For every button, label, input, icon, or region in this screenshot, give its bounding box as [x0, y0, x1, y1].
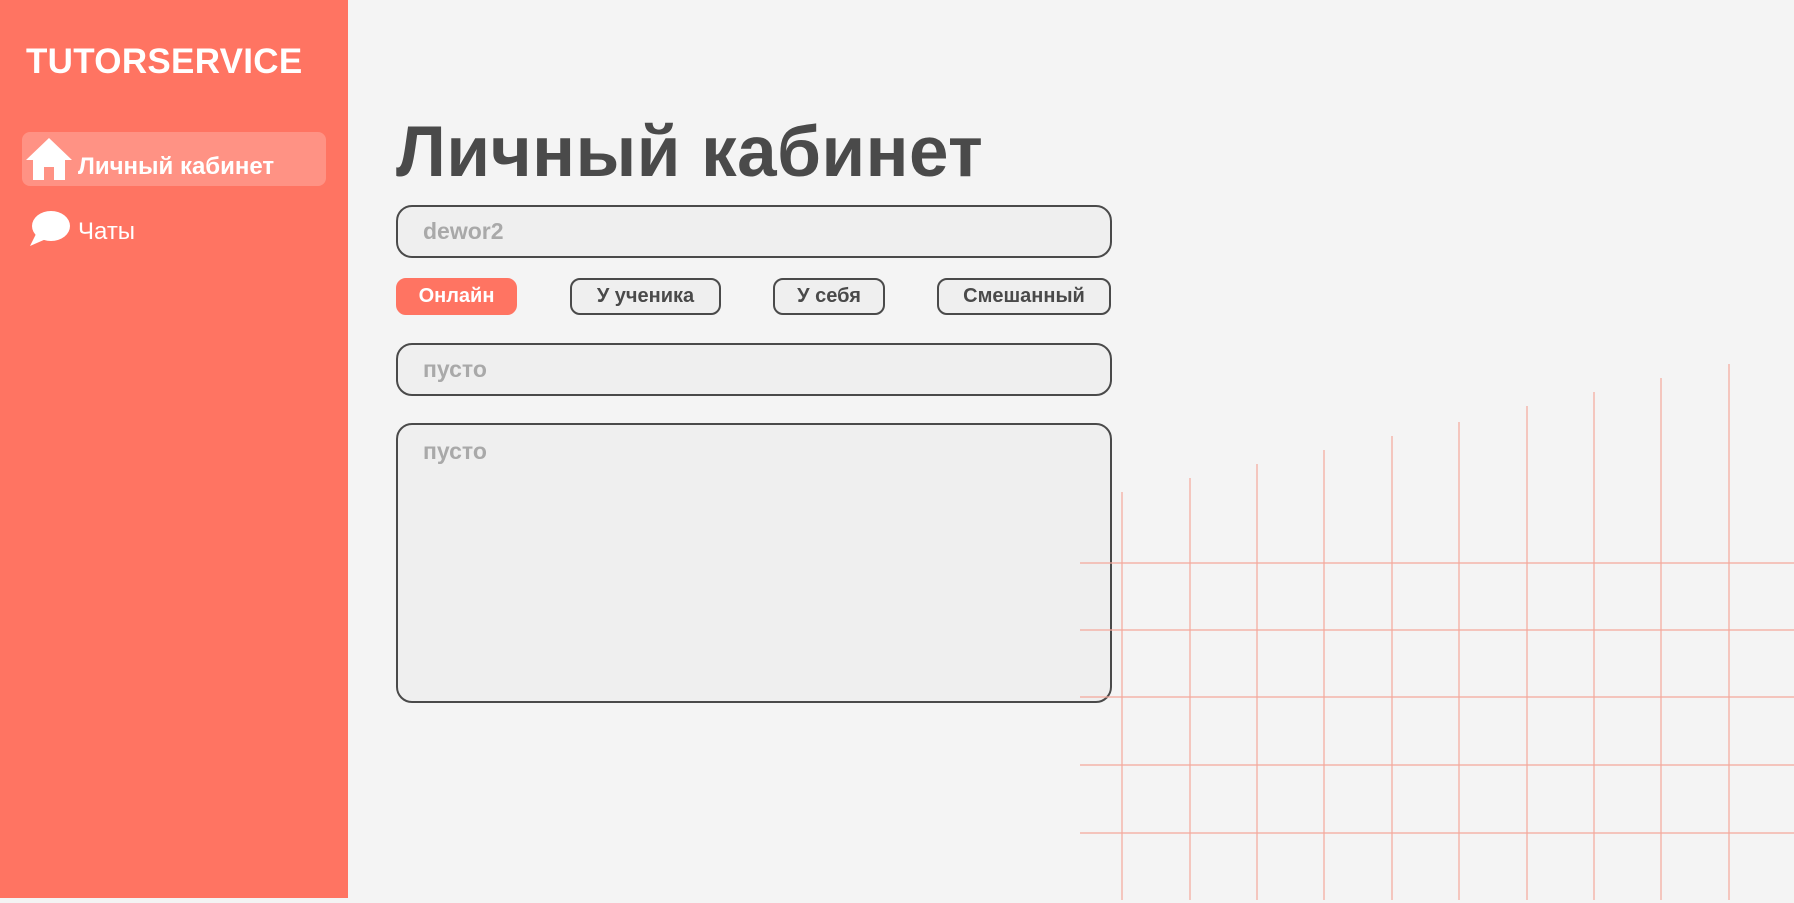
sidebar-item-label: Личный кабинет [78, 153, 275, 180]
home-icon [24, 136, 74, 182]
sidebar-item-label: Чаты [78, 218, 136, 245]
about-textarea[interactable] [396, 423, 1112, 703]
username-field[interactable] [396, 205, 1112, 258]
format-online-button[interactable]: Онлайн [396, 278, 517, 315]
app-window: TUTORSERVICE Личный кабинет Чаты Личный … [0, 0, 1794, 903]
sidebar-item-profile[interactable]: Личный кабинет [22, 132, 326, 186]
decorative-grid [1080, 364, 1794, 900]
app-logo: TUTORSERVICE [26, 42, 303, 81]
subject-field[interactable] [396, 343, 1112, 396]
page-title: Личный кабинет [396, 113, 984, 192]
format-at-home-button[interactable]: У себя [773, 278, 885, 315]
sidebar-item-chats[interactable]: Чаты [22, 202, 326, 256]
format-at-student-button[interactable]: У ученика [570, 278, 721, 315]
chat-bubble-icon [24, 206, 74, 252]
sidebar: TUTORSERVICE Личный кабинет Чаты [0, 0, 348, 898]
format-mixed-button[interactable]: Смешанный [937, 278, 1111, 315]
